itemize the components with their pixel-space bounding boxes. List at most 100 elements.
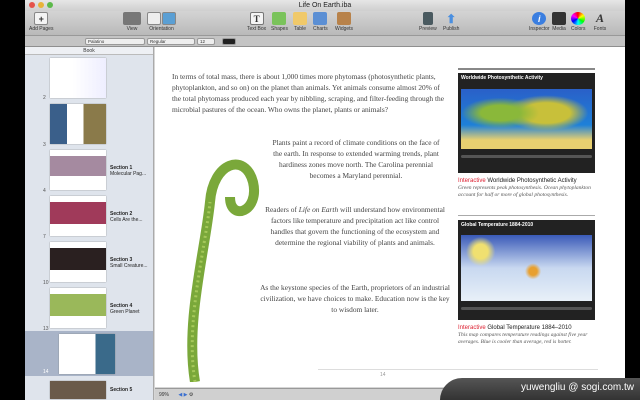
media-icon (552, 12, 566, 25)
page-number: 14 (380, 372, 386, 378)
font-select[interactable]: Palatino (85, 38, 145, 45)
page-number: 2 (43, 95, 46, 101)
page-thumbnail[interactable] (50, 104, 106, 144)
window-title: Life On Earth.iba (298, 2, 352, 9)
page-thumbnail[interactable] (50, 242, 106, 282)
publish-button[interactable]: ⬆ Publish (443, 11, 460, 33)
photosynthesis-widget[interactable]: Worldwide Photosynthetic Activity (458, 73, 595, 173)
paragraph: Readers of Life on Earth will understand… (265, 205, 445, 247)
prev-page-button[interactable]: ◀ (178, 392, 182, 398)
page-thumbnail[interactable] (50, 150, 106, 190)
widgets-icon (337, 12, 352, 25)
view-icon (123, 12, 141, 25)
label: Fonts (593, 26, 607, 32)
zoom-button[interactable] (47, 2, 53, 8)
close-button[interactable] (29, 2, 35, 8)
temperature-map (461, 235, 592, 301)
page-thumbnail[interactable] (50, 288, 106, 328)
section-label: Section 4 Green Planet (110, 303, 140, 315)
shapes-icon (272, 12, 287, 25)
world-map (461, 89, 592, 149)
divider (458, 68, 595, 70)
text-color-swatch[interactable] (222, 38, 236, 45)
info-icon: i (532, 12, 547, 25)
page-thumbnail[interactable] (50, 196, 106, 236)
colors-button[interactable]: Colors (571, 12, 585, 32)
landscape-icon (162, 12, 176, 25)
app-window: Life On Earth.iba + Add Pages View Orient… (25, 0, 625, 400)
plus-icon: + (34, 12, 49, 25)
page-thumbnail-selected[interactable] (59, 334, 115, 374)
next-page-button[interactable]: ▶ (184, 392, 188, 398)
size-select[interactable]: 12 (197, 38, 215, 45)
paragraph: As the keystone species of the Earth, pr… (260, 283, 450, 314)
color-wheel-icon (571, 12, 586, 25)
shapes-button[interactable]: Shapes (271, 12, 288, 32)
page-thumbnail[interactable] (50, 58, 106, 98)
page-thumbnail[interactable] (50, 381, 106, 399)
sidebar-header: Book (25, 47, 153, 55)
widgets-button[interactable]: Widgets (335, 12, 353, 32)
section-label: Section 3 Small Creature... (110, 257, 148, 269)
charts-icon (313, 12, 328, 25)
inspector-button[interactable]: i Inspector (529, 12, 550, 32)
add-pages-button[interactable]: + Add Pages (29, 12, 53, 32)
text-box-button[interactable]: T Text Box (247, 12, 266, 32)
page-number: 14 (43, 369, 49, 375)
section-label: Section 2 Cells Are the... (110, 211, 143, 223)
page-thumbnails-sidebar: Book 2 3 4 Section 1 Molecular Pag... 7 S… (25, 47, 154, 400)
label: Publish (443, 26, 460, 32)
page-number: 7 (43, 234, 46, 240)
timeline-slider[interactable] (461, 155, 592, 158)
page-number: 4 (43, 188, 46, 194)
preview-button[interactable]: Preview (419, 12, 437, 32)
widget-title: Worldwide Photosynthetic Activity (461, 75, 543, 81)
style-select[interactable]: Regular (147, 38, 195, 45)
page-canvas[interactable]: In terms of total mass, there is about 1… (155, 47, 625, 387)
publish-arrow-icon: ⬆ (446, 11, 457, 26)
fonts-button[interactable]: A Fonts (593, 11, 607, 32)
label: Shapes (271, 26, 288, 32)
media-button[interactable]: Media (552, 12, 566, 32)
label: Widgets (335, 26, 354, 32)
page-number: 13 (43, 326, 49, 332)
watermark: yuwengliu @ sogi.com.tw (440, 378, 640, 400)
toolbar: + Add Pages View Orientation T Text Box Sh… (25, 11, 625, 36)
figure-caption: Interactive Worldwide Photosynthetic Act… (458, 178, 591, 198)
preview-icon (422, 12, 433, 25)
label: Table (294, 26, 306, 32)
fonts-icon: A (595, 11, 604, 25)
format-bar: Palatino Regular 12 (25, 36, 625, 47)
widget-title: Global Temperature 1884-2010 (461, 222, 534, 228)
label: View (126, 26, 138, 32)
section-label: Section 5 (110, 387, 133, 393)
minimize-button[interactable] (38, 2, 44, 8)
table-icon (293, 12, 307, 25)
label: Preview (419, 26, 437, 32)
label: Colors (571, 26, 586, 32)
label: Inspector (529, 26, 550, 32)
text-box-icon: T (249, 12, 264, 25)
label: Charts (313, 26, 328, 32)
label: Text Box (247, 26, 267, 32)
page-number: 3 (43, 142, 46, 148)
portrait-icon (147, 12, 161, 25)
charts-button[interactable]: Charts (313, 12, 328, 32)
zoom-level[interactable]: 99% (159, 392, 169, 398)
fern-image (175, 142, 260, 383)
divider (458, 215, 595, 216)
table-button[interactable]: Table (293, 12, 307, 32)
orientation-button[interactable]: Orientation (147, 12, 176, 32)
paragraph: Plants paint a record of climate conditi… (272, 138, 440, 180)
view-button[interactable]: View (123, 12, 141, 32)
footer-divider (318, 369, 598, 370)
timeline-slider[interactable] (461, 307, 592, 310)
label: Add Pages (29, 26, 54, 32)
global-temperature-widget[interactable]: Global Temperature 1884-2010 (458, 220, 595, 320)
gear-icon[interactable]: ⚙ (189, 392, 193, 398)
title-bar: Life On Earth.iba (25, 0, 625, 11)
section-label: Section 1 Molecular Pag... (110, 165, 147, 177)
paragraph: In terms of total mass, there is about 1… (172, 72, 444, 114)
label: Media (552, 26, 566, 32)
page-number: 10 (43, 280, 49, 286)
